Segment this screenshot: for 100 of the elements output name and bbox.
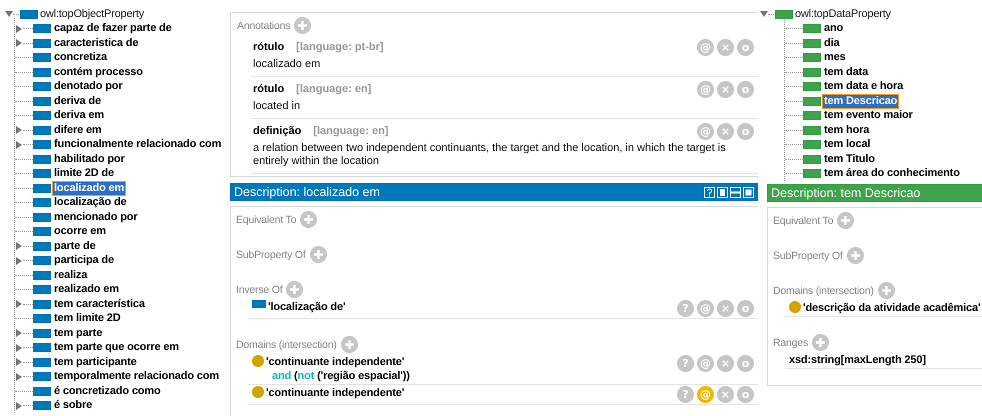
class-icon	[252, 386, 264, 398]
section-label: Inverse Of	[236, 284, 282, 296]
tree-item[interactable]: realiza	[53, 268, 88, 282]
property-icon	[33, 24, 51, 34]
class-icon	[252, 355, 264, 367]
property-icon	[775, 10, 793, 19]
tree-item[interactable]: localização de	[53, 196, 128, 210]
section-label: Domains (intersection)	[236, 338, 337, 350]
expression-text: xsd:string[maxLength 250]	[789, 353, 926, 367]
property-icon	[33, 126, 51, 135]
tree-item[interactable]: tem data e hora	[823, 80, 904, 94]
property-icon	[33, 96, 51, 106]
columns-icon[interactable]	[717, 186, 728, 198]
tree-item[interactable]: ocorre em	[53, 225, 107, 238]
tree-item[interactable]: capaz de fazer parte de	[53, 22, 173, 36]
tree-item[interactable]: deriva em	[53, 109, 106, 122]
expression-text: 'continuante independente'	[266, 355, 406, 369]
tree-item[interactable]: tem participante	[53, 356, 138, 369]
expand-triangle-icon[interactable]	[760, 10, 768, 18]
tree-item[interactable]: localizado em	[53, 182, 126, 195]
tree-item[interactable]: tem característica	[53, 298, 146, 311]
plus-icon	[303, 214, 314, 225]
tree-item[interactable]: ano	[823, 22, 844, 36]
tree-item[interactable]: participa de	[53, 254, 115, 268]
property-icon	[252, 300, 266, 308]
tree-item[interactable]: tem evento maior	[823, 109, 914, 122]
tree-item[interactable]: é concretizado como	[53, 384, 162, 398]
tree-item[interactable]: tem data	[823, 66, 870, 79]
property-icon	[803, 154, 821, 164]
tree-item[interactable]: concretiza	[53, 51, 108, 64]
tree-item[interactable]: limite 2D de	[53, 167, 115, 180]
property-icon	[33, 154, 51, 164]
tree-item[interactable]: tem área do conhecimento	[823, 167, 961, 180]
annotation-property: rótulo	[253, 82, 284, 97]
maximize-icon[interactable]	[743, 186, 754, 198]
expand-triangle-icon[interactable]	[15, 402, 23, 410]
class-icon	[789, 301, 801, 313]
section-label: Ranges	[773, 336, 808, 348]
tree-item[interactable]: tem Titulo	[823, 152, 876, 166]
tree-item[interactable]: caracteristica de	[53, 36, 140, 50]
section-label: Equivalent To	[236, 214, 296, 226]
annotation-value: located in	[253, 100, 302, 113]
property-icon	[33, 184, 51, 193]
property-icon	[33, 227, 51, 236]
tree-item[interactable]: tem Descricao	[823, 94, 898, 108]
tree-item[interactable]: owl:topObjectProperty	[40, 8, 144, 20]
tree-item[interactable]: realizado em	[53, 283, 120, 296]
property-icon	[33, 38, 51, 48]
property-icon	[33, 111, 51, 120]
tree-item[interactable]: difere em	[53, 124, 103, 137]
plus-icon	[840, 215, 852, 226]
property-icon	[33, 401, 51, 410]
property-icon	[803, 169, 821, 178]
tree-item[interactable]: tem hora	[823, 124, 870, 137]
tree-item[interactable]: tem parte que ocorre em	[53, 341, 180, 354]
section-label: SubProperty Of	[236, 248, 306, 260]
expand-triangle-icon[interactable]	[15, 300, 23, 308]
property-icon	[803, 96, 821, 106]
property-icon	[33, 53, 51, 62]
tree-item[interactable]: parte de	[53, 240, 97, 253]
property-icon	[803, 111, 821, 120]
section-label: SubProperty Of	[773, 250, 843, 262]
tree-item[interactable]: é sobre	[53, 399, 94, 412]
tree-item[interactable]: denotado por	[53, 80, 124, 94]
property-icon	[803, 126, 821, 135]
section-label: Annotations	[237, 20, 290, 32]
tree-item[interactable]: deriva de	[53, 94, 102, 108]
property-icon	[33, 169, 51, 178]
tree-item[interactable]: funcionalmente relacionado com	[53, 138, 222, 152]
section-label: Equivalent To	[773, 214, 834, 226]
tree-item[interactable]: tem local	[823, 138, 872, 152]
tree-item[interactable]: owl:topDataProperty	[795, 8, 891, 20]
annotation-property: definição	[253, 124, 302, 139]
tree-item[interactable]: dia	[823, 36, 840, 50]
property-icon	[33, 285, 51, 294]
tree-item[interactable]: habilitado por	[53, 152, 126, 166]
property-icon	[33, 386, 51, 396]
property-icon	[803, 38, 821, 48]
tree-item[interactable]: tem limite 2D	[53, 312, 122, 326]
expression-text: and (not ('região espacial'))	[272, 369, 410, 383]
tree-item[interactable]: mes	[823, 51, 847, 64]
tree-item[interactable]: contém processo	[53, 66, 144, 79]
rows-icon[interactable]	[730, 186, 741, 198]
tree-item[interactable]: mencionado por	[53, 210, 138, 224]
property-icon	[33, 358, 51, 367]
property-icon	[803, 68, 821, 77]
language-tag: [language: pt-br]	[296, 40, 384, 55]
plus-icon	[815, 337, 826, 348]
property-icon	[803, 24, 821, 34]
section-label: Domains (intersection)	[773, 284, 874, 296]
annotation-value: a relation between two independent continuants, the target and the location, in which the target is entirely within the location	[253, 142, 727, 168]
tree-item[interactable]: temporalmente relacionado com	[53, 370, 220, 384]
property-icon	[33, 300, 51, 309]
annotation-property: rótulo	[253, 40, 284, 55]
language-tag: [language: en]	[296, 82, 372, 97]
plus-icon	[297, 20, 308, 31]
expression-text: 'descrição da atividade acadêmica'	[803, 301, 980, 315]
help-icon[interactable]	[704, 186, 715, 198]
expression-text: 'localização de'	[268, 300, 346, 314]
tree-item[interactable]: tem parte	[53, 326, 104, 340]
